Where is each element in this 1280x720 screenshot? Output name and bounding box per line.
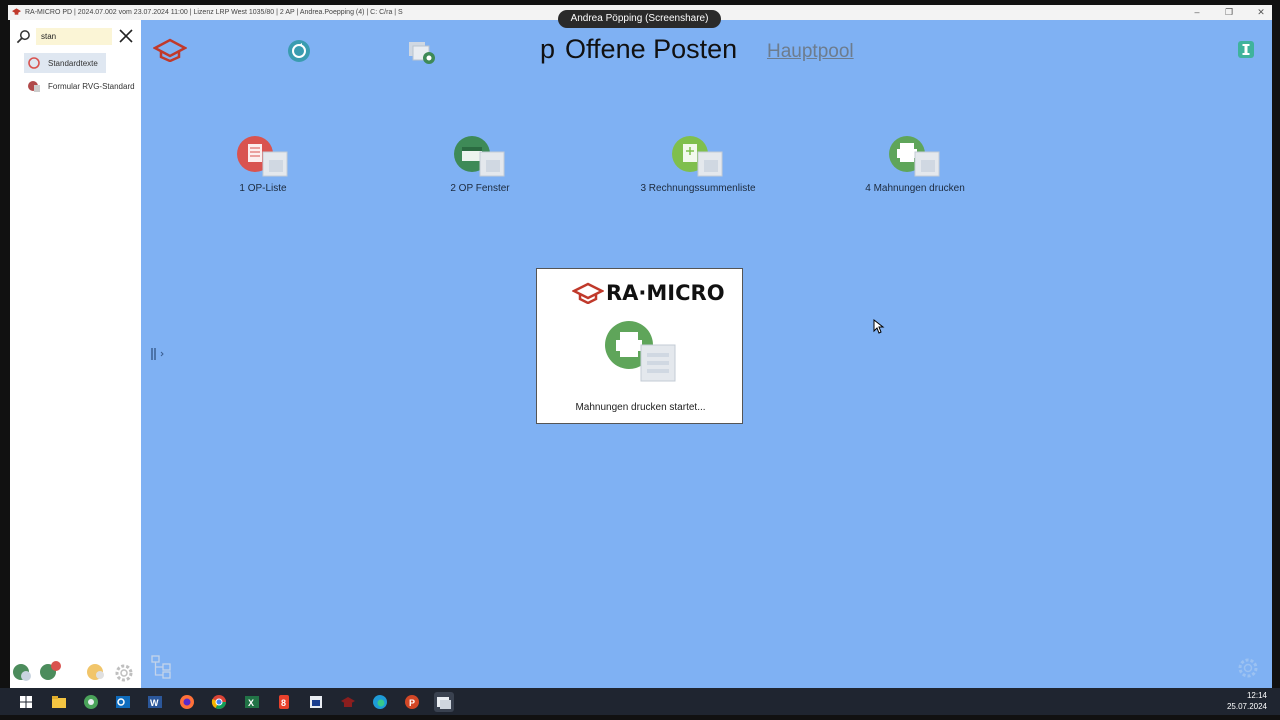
splash-status-message: Mahnungen drucken startet...: [575, 402, 706, 413]
module-title: Offene Posten: [565, 34, 738, 64]
tile-mahnungen-drucken[interactable]: 4 Mahnungen drucken: [830, 134, 1000, 194]
ra-micro-cap-icon: [572, 282, 604, 304]
tile-label: 4 Mahnungen drucken: [865, 183, 965, 194]
svg-text:W: W: [150, 698, 159, 708]
svg-text:P: P: [409, 698, 415, 708]
op-liste-icon: [237, 136, 288, 177]
page-title: p Offene Posten: [540, 34, 737, 65]
notifications-icon[interactable]: [38, 660, 62, 682]
mahnungen-drucken-splash-icon: [605, 321, 676, 382]
app8-icon[interactable]: 8: [276, 694, 292, 710]
tile-label: 1 OP-Liste: [239, 183, 287, 194]
mahnungen-drucken-icon: [889, 136, 940, 177]
ra-micro-logo: RA·MICRO: [572, 280, 725, 306]
refresh-icon[interactable]: [287, 39, 311, 63]
search-result-label: Standardtexte: [48, 58, 98, 68]
taskbar-clock[interactable]: 12:14 25.07.2024: [1227, 690, 1267, 712]
settings-gear-icon[interactable]: [113, 662, 135, 684]
file-explorer-icon[interactable]: [51, 694, 67, 710]
clear-search-icon[interactable]: [118, 28, 134, 44]
search-result-standardtexte[interactable]: Standardtexte: [24, 53, 106, 73]
tile-op-liste[interactable]: 1 OP-Liste: [178, 134, 348, 194]
ra-micro-icon[interactable]: [434, 692, 454, 712]
tile-rechnungssummenliste[interactable]: 3 Rechnungssummenliste: [613, 134, 783, 194]
op-settings-icon[interactable]: [407, 38, 439, 66]
rechnungssummenliste-icon: [672, 136, 723, 177]
word-icon[interactable]: W: [147, 694, 163, 710]
info-icon[interactable]: [1238, 41, 1254, 58]
powerpoint-icon[interactable]: P: [404, 694, 420, 710]
ra-micro-logo-icon: [12, 8, 21, 15]
formular-icon: [28, 81, 40, 92]
window-title: RA-MICRO PD | 2024.07.002 vom 23.07.2024…: [25, 9, 403, 16]
close-button[interactable]: ✕: [1256, 5, 1266, 20]
svg-text:8: 8: [281, 698, 286, 708]
clock-time: 12:14: [1246, 691, 1267, 700]
ra-micro-home-icon[interactable]: [153, 38, 187, 62]
screenshare-label: Andrea Pöpping (Screenshare): [558, 10, 721, 28]
tree-structure-icon[interactable]: [151, 655, 173, 679]
tile-label: 3 Rechnungssummenliste: [640, 183, 756, 194]
op-fenster-icon: [454, 136, 505, 177]
taskbar: W X 8 P 12:14 25.07.2024: [0, 688, 1280, 715]
chrome-icon[interactable]: [211, 694, 227, 710]
splash-dialog: RA·MICRO Mahnungen drucken startet...: [536, 268, 743, 424]
gear-icon[interactable]: [1236, 656, 1260, 680]
search-result-label: Formular RVG-Standard: [48, 81, 135, 91]
standardtexte-icon: [28, 57, 40, 69]
search-icon: [16, 30, 30, 44]
mouse-cursor-icon: [873, 319, 885, 334]
network-icon[interactable]: [83, 694, 99, 710]
search-result-formular-rvg[interactable]: Formular RVG-Standard: [24, 76, 135, 96]
outlook-icon[interactable]: [115, 694, 131, 710]
ra-micro-brand-text: RA·MICRO: [606, 281, 725, 305]
window-controls: – ❐ ✕: [1192, 5, 1266, 20]
app10-icon[interactable]: [340, 694, 356, 710]
screen: RA-MICRO PD | 2024.07.002 vom 23.07.2024…: [0, 0, 1280, 720]
clock-date: 25.07.2024: [1226, 702, 1267, 711]
panel-splitter-handle[interactable]: [150, 347, 170, 361]
firefox-icon[interactable]: [179, 694, 195, 710]
sidebar: Standardtexte Formular RVG-Standard: [10, 20, 141, 688]
favorites-icon[interactable]: [86, 662, 106, 682]
module-switch-icon[interactable]: [12, 662, 32, 682]
module-prefix: p: [540, 34, 556, 64]
edge-icon[interactable]: [372, 694, 388, 710]
svg-text:X: X: [248, 698, 254, 708]
hauptpool-link[interactable]: Hauptpool: [767, 41, 854, 63]
tile-op-fenster[interactable]: 2 OP Fenster: [395, 134, 565, 194]
tile-label: 2 OP Fenster: [450, 183, 510, 194]
maximize-button[interactable]: ❐: [1224, 5, 1234, 20]
excel-icon[interactable]: X: [244, 694, 260, 710]
app9-icon[interactable]: [308, 694, 324, 710]
search-input[interactable]: [36, 28, 112, 45]
minimize-button[interactable]: –: [1192, 5, 1202, 20]
windows-start-icon[interactable]: [18, 694, 34, 710]
